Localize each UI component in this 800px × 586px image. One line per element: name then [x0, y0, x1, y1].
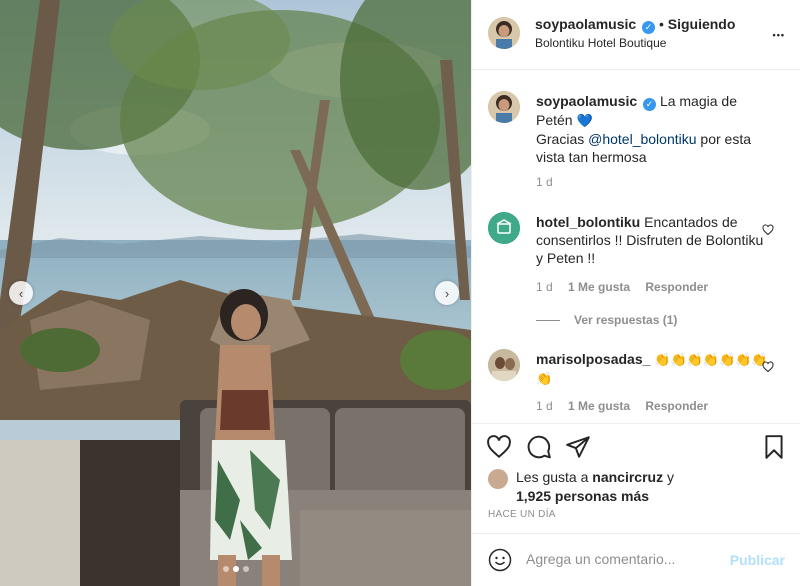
add-comment-bar: Publicar: [472, 533, 800, 586]
mention-link[interactable]: @hotel_bolontiku: [588, 131, 696, 147]
carousel-next-button[interactable]: ›: [435, 281, 459, 305]
comment-meta: 1 d 1 Me gusta Responder: [536, 399, 720, 413]
post-side-panel: soypaolamusic ✓ • Siguiendo Bolontiku Ho…: [471, 0, 800, 586]
post-photo[interactable]: ‹ ›: [0, 0, 471, 586]
hotel-logo-icon: [488, 212, 520, 244]
likes-text: Les gusta a nancircruz y 1,925 personas …: [516, 468, 786, 506]
caption-text: soypaolamusic ✓ La magia de Petén 💙 Grac…: [536, 92, 771, 166]
carousel-dot: [242, 566, 249, 572]
blue-heart-emoji: 💙: [576, 113, 593, 128]
comment-time[interactable]: 1 d: [536, 280, 553, 294]
reply-button[interactable]: Responder: [645, 399, 708, 413]
header-user-line: soypaolamusic ✓ • Siguiendo: [535, 16, 735, 34]
view-replies-button[interactable]: Ver respuestas (1): [536, 313, 677, 327]
comment-text: hotel_bolontiku Encantados de consentirl…: [536, 213, 771, 267]
verified-badge-icon: ✓: [642, 21, 656, 34]
comment-likes[interactable]: 1 Me gusta: [568, 280, 630, 294]
verified-badge-icon: ✓: [643, 98, 657, 111]
post-timestamp[interactable]: HACE UN DÍA: [488, 509, 556, 520]
carousel-dot: [222, 566, 229, 572]
smiley-icon[interactable]: [488, 548, 512, 572]
caption-thanks: Gracias: [536, 131, 585, 147]
post-header: soypaolamusic ✓ • Siguiendo Bolontiku Ho…: [472, 0, 800, 70]
carousel-prev-button[interactable]: ‹: [9, 281, 33, 305]
comment-item: marisolposadas_ 👏👏👏👏👏👏👏👏 1 d 1 Me gusta …: [488, 349, 788, 419]
photo-scene: [0, 0, 471, 586]
separator: •: [658, 16, 664, 32]
caption-username[interactable]: soypaolamusic: [536, 93, 637, 109]
caption-time[interactable]: 1 d: [536, 175, 553, 189]
avatar[interactable]: [488, 91, 520, 123]
comment-username[interactable]: hotel_bolontiku: [536, 214, 640, 230]
avatar[interactable]: [488, 349, 520, 381]
divider: [536, 320, 560, 322]
comment-likes[interactable]: 1 Me gusta: [568, 399, 630, 413]
caption: soypaolamusic ✓ La magia de Petén 💙 Grac…: [488, 91, 788, 201]
avatar-image: [488, 17, 520, 49]
avatar[interactable]: [488, 17, 520, 49]
location-link[interactable]: Bolontiku Hotel Boutique: [535, 36, 666, 50]
likes-mid: y: [666, 469, 674, 485]
paper-plane-icon[interactable]: [565, 434, 591, 460]
action-bar: [472, 423, 800, 468]
liker-username[interactable]: nancircruz: [592, 469, 663, 485]
avatar[interactable]: [488, 212, 520, 244]
reply-button[interactable]: Responder: [645, 280, 708, 294]
caption-meta: 1 d: [536, 175, 565, 189]
carousel-dot-active: [232, 566, 239, 572]
comment-text: marisolposadas_ 👏👏👏👏👏👏👏👏: [536, 350, 771, 388]
comment-icon[interactable]: [526, 434, 552, 460]
comment-username[interactable]: marisolposadas_: [536, 351, 650, 367]
avatar-image: [488, 349, 520, 381]
heart-icon[interactable]: [486, 434, 512, 460]
header-username[interactable]: soypaolamusic: [535, 16, 636, 32]
comments-section[interactable]: soypaolamusic ✓ La magia de Petén 💙 Grac…: [472, 71, 800, 422]
comment-time[interactable]: 1 d: [536, 399, 553, 413]
chevron-right-icon: ›: [444, 285, 450, 301]
comment-item: hotel_bolontiku Encantados de consentirl…: [488, 212, 788, 332]
more-icon: •••: [772, 30, 785, 40]
more-options-button[interactable]: •••: [773, 22, 785, 43]
publish-button[interactable]: Publicar: [730, 552, 785, 568]
follow-button[interactable]: Siguiendo: [668, 16, 736, 32]
chevron-left-icon: ‹: [18, 285, 24, 301]
comment-meta: 1 d 1 Me gusta Responder: [536, 280, 720, 294]
likes-count-button[interactable]: 1,925 personas más: [516, 488, 649, 504]
carousel-indicator: [0, 566, 471, 572]
heart-icon[interactable]: [762, 224, 774, 236]
heart-icon[interactable]: [762, 361, 774, 373]
likes-prefix: Les gusta a: [516, 469, 589, 485]
avatar[interactable]: [488, 469, 508, 489]
comment-input[interactable]: [526, 551, 726, 567]
view-replies-label: Ver respuestas (1): [574, 313, 678, 327]
bookmark-icon[interactable]: [761, 434, 787, 460]
avatar-image: [488, 91, 520, 123]
